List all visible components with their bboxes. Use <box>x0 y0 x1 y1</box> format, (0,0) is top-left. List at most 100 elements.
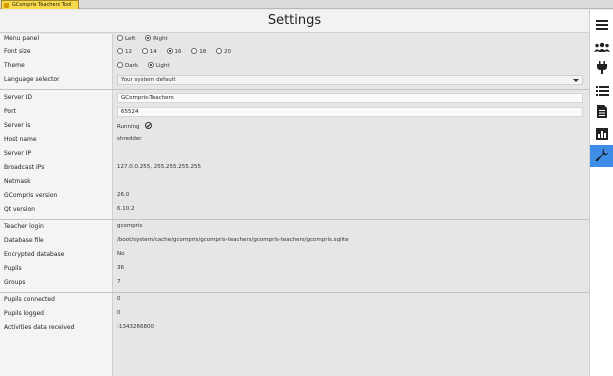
theme-row: Theme Dark Light <box>0 61 589 73</box>
radio-left[interactable] <box>117 35 123 41</box>
broadcast-ips-row: Broadcast IPs 127.0.0.255, 255.255.255.2… <box>0 163 589 175</box>
header: Settings <box>0 10 589 33</box>
server-status-value: Running <box>117 124 140 130</box>
settings-button[interactable] <box>590 145 613 167</box>
host-name-label: Host name <box>4 136 37 143</box>
port-input[interactable]: 65524 <box>117 107 583 117</box>
server-id-label: Server ID <box>4 94 32 101</box>
radio-16[interactable] <box>166 48 173 54</box>
broadcast-ips-label: Broadcast IPs <box>4 164 45 171</box>
font-size-option-16[interactable]: 16 <box>166 48 182 55</box>
menu-button[interactable] <box>590 13 613 35</box>
divider <box>0 219 589 220</box>
plugin-icon <box>597 59 607 78</box>
font-size-option-14[interactable]: 14 <box>141 48 157 55</box>
theme-dark-option[interactable]: Dark <box>117 62 138 69</box>
radio-18[interactable] <box>191 48 198 54</box>
encrypted-db-row: Encrypted database No <box>0 250 589 262</box>
activities-received-row: Activities data received -1343266800 <box>0 323 589 335</box>
divider <box>0 292 589 293</box>
radio-light[interactable] <box>147 62 154 68</box>
pupils-connected-value: 0 <box>117 296 121 302</box>
window-tab-title: GCompris Teachers Tool <box>12 2 72 8</box>
server-ip-row: Server IP <box>0 149 589 161</box>
gcompris-version-value: 26.0 <box>117 192 130 198</box>
font-size-option-18[interactable]: 18 <box>191 48 206 55</box>
theme-options: Dark Light <box>117 62 178 69</box>
language-value: Your system default <box>121 77 176 83</box>
broadcast-ips-value: 127.0.0.255, 255.255.255.255 <box>117 164 201 170</box>
host-name-row: Host name shredder <box>0 135 589 147</box>
pupils-label: Pupils <box>4 265 22 272</box>
chart-icon <box>596 125 608 144</box>
pupils-connected-label: Pupils connected <box>4 296 55 303</box>
language-label: Language selector <box>4 76 60 83</box>
menu-panel-left-option[interactable]: Left <box>117 35 135 42</box>
server-id-input[interactable]: GCompris-Teachers <box>117 93 583 103</box>
menu-panel-row: Menu panel Left Right <box>0 34 589 46</box>
radio-dark[interactable] <box>117 62 123 68</box>
divider <box>0 89 589 90</box>
server-status-value-wrap: Running <box>117 122 153 130</box>
font-size-label: Font size <box>4 48 31 55</box>
groups-value: 7 <box>117 279 121 285</box>
pupils-logged-value: 0 <box>117 310 121 316</box>
teacher-login-value: gcompris <box>117 223 143 229</box>
font-size-option-20[interactable]: 20 <box>216 48 231 55</box>
list-button[interactable] <box>590 79 613 101</box>
qt-version-value: 6.10.2 <box>117 206 135 212</box>
chart-button[interactable] <box>590 123 613 145</box>
document-icon <box>597 103 607 122</box>
activities-received-label: Activities data received <box>4 324 75 331</box>
pupils-connected-row: Pupils connected 0 <box>0 295 589 307</box>
groups-label: Groups <box>4 279 26 286</box>
users-icon <box>594 37 610 56</box>
pupils-logged-label: Pupils logged <box>4 310 44 317</box>
encrypted-db-label: Encrypted database <box>4 251 65 258</box>
menu-icon <box>596 15 608 34</box>
port-label: Port <box>4 108 16 115</box>
language-select[interactable]: Your system default <box>117 75 583 85</box>
menu-panel-options: Left Right <box>117 35 176 42</box>
encrypted-db-value: No <box>117 251 125 257</box>
settings-panel: Menu panel Left Right Font size 12 14 16… <box>0 34 589 376</box>
teacher-login-row: Teacher login gcompris <box>0 222 589 234</box>
users-button[interactable] <box>590 35 613 57</box>
radio-20[interactable] <box>216 48 222 54</box>
menu-panel-label: Menu panel <box>4 35 40 42</box>
database-file-row: Database file /boot/system/cache/gcompri… <box>0 236 589 248</box>
page-title: Settings <box>267 13 322 28</box>
right-sidebar <box>589 10 613 376</box>
radio-right[interactable] <box>145 35 152 41</box>
teacher-login-label: Teacher login <box>4 223 44 230</box>
list-icon <box>595 81 609 100</box>
document-button[interactable] <box>590 101 613 123</box>
server-status-label: Server is <box>4 122 31 129</box>
plugin-button[interactable] <box>590 57 613 79</box>
wrench-icon <box>595 147 609 166</box>
server-status-row: Server is Running <box>0 121 589 133</box>
pupils-logged-row: Pupils logged 0 <box>0 309 589 321</box>
check-circle-icon[interactable] <box>145 122 153 129</box>
window-tab[interactable]: GCompris Teachers Tool <box>1 0 79 9</box>
font-size-row: Font size 12 14 16 18 20 <box>0 47 589 59</box>
gcompris-version-label: GCompris version <box>4 192 58 199</box>
qt-version-label: Qt version <box>4 206 35 213</box>
groups-row: Groups 7 <box>0 278 589 290</box>
radio-12[interactable] <box>117 48 123 54</box>
database-file-label: Database file <box>4 237 44 244</box>
radio-14[interactable] <box>141 48 148 54</box>
font-size-option-12[interactable]: 12 <box>117 48 132 55</box>
app-icon <box>4 3 9 8</box>
menu-panel-right-option[interactable]: Right <box>145 35 168 42</box>
gcompris-version-row: GCompris version 26.0 <box>0 191 589 203</box>
theme-light-option[interactable]: Light <box>147 62 170 69</box>
pupils-value: 36 <box>117 265 124 271</box>
chevron-down-icon <box>573 79 579 82</box>
theme-label: Theme <box>4 62 25 69</box>
font-size-options: 12 14 16 18 20 <box>117 48 239 55</box>
netmask-row: Netmask <box>0 177 589 189</box>
server-ip-label: Server IP <box>4 150 31 157</box>
qt-version-row: Qt version 6.10.2 <box>0 205 589 217</box>
tab-bar: GCompris Teachers Tool <box>0 0 613 9</box>
